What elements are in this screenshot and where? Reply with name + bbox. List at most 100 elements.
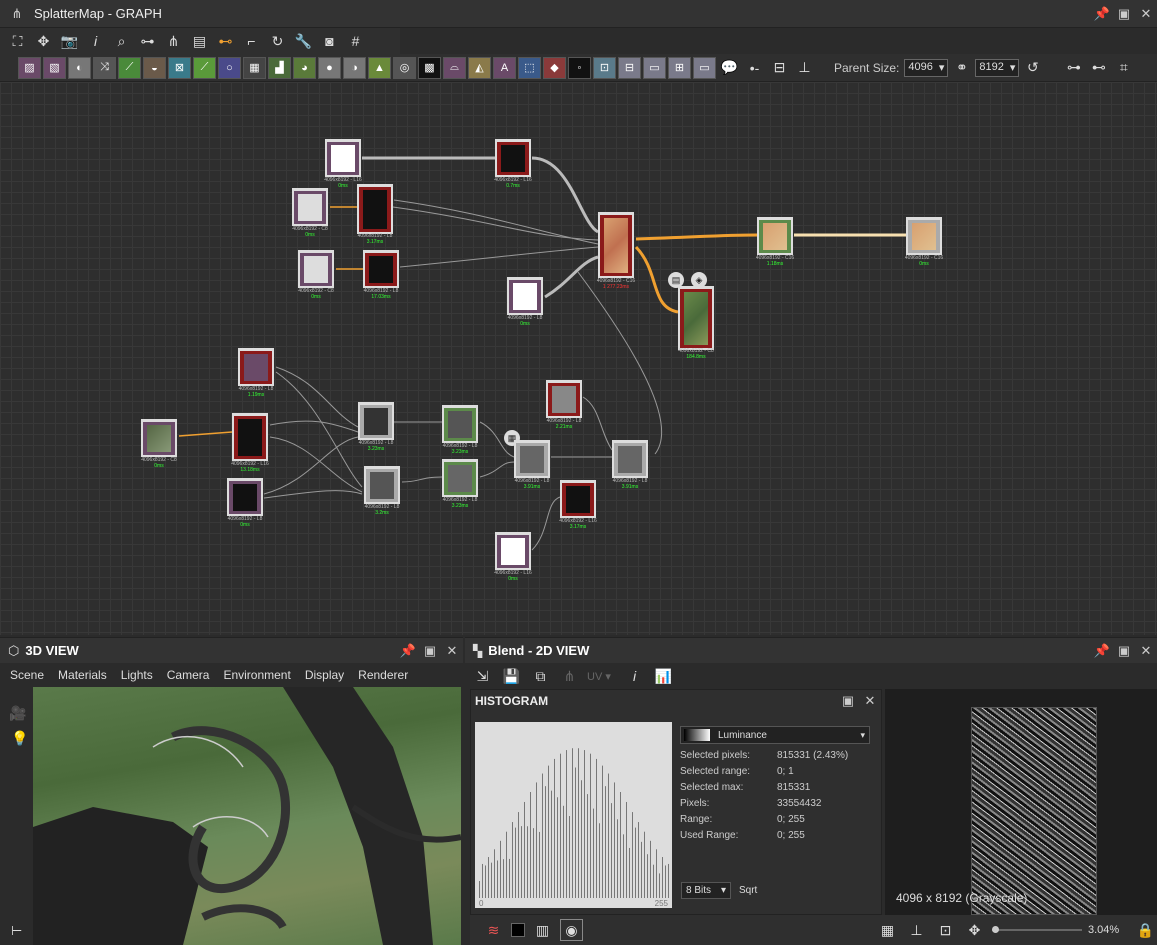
graph-node[interactable] [442,405,478,443]
frame-tool-icon[interactable]: ⊟ [768,57,791,79]
menu-camera[interactable]: Camera [167,668,210,682]
tiling-icon[interactable]: ⊥ [905,919,928,941]
hierarchy-icon[interactable]: ⊢ [11,923,22,939]
levels-icon[interactable]: ⟋ [193,56,216,79]
normal-icon[interactable]: ⊡ [593,56,616,79]
graph-node[interactable] [906,217,942,255]
dot-icon[interactable]: •- [743,57,766,79]
graph-node[interactable] [598,212,634,278]
maximize-icon[interactable]: ▣ [1113,3,1135,25]
comment-icon[interactable]: 💬 [718,57,741,79]
wrench-icon[interactable]: 🔧 [292,30,315,52]
align-horizontal-icon[interactable]: ⊶ [1062,57,1085,79]
fx-map-icon[interactable]: ⌓ [443,56,466,79]
output-icon[interactable]: ⊟ [618,56,641,79]
output-node-icon[interactable]: ▭ [693,56,716,79]
histogram-icon[interactable]: 📊 [652,665,675,687]
light-bulb-icon[interactable]: 💡 [11,730,33,747]
menu-environment[interactable]: Environment [223,668,290,682]
graph-node[interactable] [757,217,793,255]
menu-lights[interactable]: Lights [121,668,153,682]
pixel-processor-icon[interactable]: ▩ [418,56,441,79]
graph-node[interactable] [325,139,361,177]
menu-scene[interactable]: Scene [10,668,44,682]
graph-canvas[interactable]: 4096x8192 - L16 0ms 4096x8192 - L16 0.7m… [0,82,1157,635]
graph-node[interactable] [141,419,177,457]
graph-node[interactable] [238,348,274,386]
graph-node[interactable] [292,188,328,226]
frame-icon[interactable]: ▤ [188,30,211,52]
value-node-icon[interactable]: ◦ [568,56,591,79]
info-icon[interactable]: i [84,30,107,52]
grid-view-icon[interactable]: ▦ [876,919,899,941]
graph-node[interactable] [678,286,714,350]
graph-node[interactable] [560,480,596,518]
parent-size-height-select[interactable]: 8192 ▾ [975,58,1020,77]
mirror-icon[interactable]: ◭ [468,56,491,79]
frame-node-icon[interactable]: ⊞ [668,56,691,79]
align-vertical-icon[interactable]: ⊷ [1087,57,1110,79]
svg-node-icon[interactable]: ▧ [43,56,66,79]
input-icon[interactable]: ▭ [643,56,666,79]
text-node-icon[interactable]: A [493,56,516,79]
close-icon[interactable]: ✕ [859,690,881,712]
export-icon[interactable]: ⇲ [471,665,494,687]
transform-icon[interactable]: ⬚ [518,56,541,79]
curve-node-icon[interactable]: ⟋ [118,56,141,79]
maximize-icon[interactable]: ▣ [837,690,859,712]
camera-icon[interactable]: 📷 [58,30,81,52]
pin-icon[interactable]: 📌 [1091,640,1113,662]
paint-icon[interactable]: ◆ [543,56,566,79]
parent-size-width-select[interactable]: 4096 ▾ [904,58,949,77]
graph-node[interactable] [495,532,531,570]
graph-node[interactable] [227,478,263,516]
graph-node[interactable] [364,466,400,504]
tile-icon[interactable]: ▦ [243,56,266,79]
menu-display[interactable]: Display [305,668,344,682]
close-icon[interactable]: ✕ [441,640,463,662]
info-icon[interactable]: i [623,665,646,687]
graph-node[interactable] [358,402,394,440]
refresh-icon[interactable]: ↻ [266,30,289,52]
3d-viewport[interactable] [33,687,461,945]
sqrt-toggle[interactable]: Sqrt [739,885,757,896]
copy-icon[interactable]: ⧉ [529,665,552,687]
layers-icon[interactable]: ≋ [482,919,505,941]
switch-icon[interactable]: ● [318,56,341,79]
black-swatch[interactable] [511,923,525,937]
circle-icon[interactable]: ○ [218,56,241,79]
channels-icon[interactable]: ▥ [531,919,554,941]
graph-node[interactable] [507,277,543,315]
search-icon[interactable]: ⌕ [110,30,133,52]
graph-node[interactable] [546,380,582,418]
graph-node[interactable] [357,184,393,234]
graph-node[interactable] [442,459,478,497]
hsl-icon[interactable]: ◎ [393,56,416,79]
color-mode-icon[interactable]: ◉ [560,919,583,941]
zoom-slider[interactable] [992,926,1082,933]
graph-node[interactable] [298,250,334,288]
pin-icon[interactable]: 📌 [397,640,419,662]
snap-grid-icon[interactable]: ⌗ [1112,57,1135,79]
graph-node[interactable] [612,440,648,478]
shuffle-icon[interactable]: ⤨ [93,56,116,79]
doc-icon[interactable]: ▤ [668,272,684,288]
close-icon[interactable]: ✕ [1135,640,1157,662]
graph-node[interactable] [495,139,531,177]
link-ratio-icon[interactable]: ⚭ [950,57,973,79]
contrast-icon[interactable]: ◑ [343,56,366,79]
preview-icon[interactable]: ◙ [318,30,341,52]
2d-preview-area[interactable]: 4096 x 8192 (Grayscale) [885,689,1157,915]
center-icon[interactable]: ✥ [32,30,55,52]
graph-node[interactable] [363,250,399,288]
bitmap-node-icon[interactable]: ▨ [18,56,41,79]
menu-renderer[interactable]: Renderer [358,668,408,682]
link-icon[interactable]: ⊷ [214,30,237,52]
maximize-icon[interactable]: ▣ [419,640,441,662]
uniform-color-icon[interactable]: ◐ [68,56,91,79]
lock-icon[interactable]: 🔒 [1134,919,1157,941]
histogram-chart[interactable]: 0 255 [475,722,672,908]
blend-node-icon[interactable]: ◕ [293,56,316,79]
cube-icon[interactable]: ◈ [691,272,707,288]
grid-icon[interactable]: # [344,30,367,52]
